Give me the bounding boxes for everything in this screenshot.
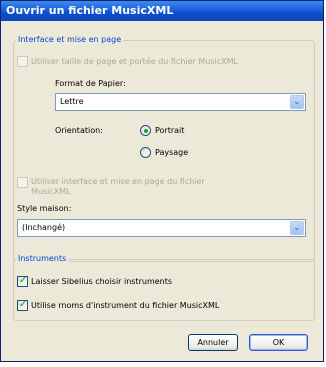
check-icon: ✓ xyxy=(19,275,28,286)
house-style-value: (Inchangé) xyxy=(22,223,66,232)
window-bottom-margin xyxy=(0,362,326,367)
use-names-checkbox[interactable]: ✓ xyxy=(17,299,28,311)
cancel-button[interactable]: Annuler xyxy=(188,334,238,351)
dialog-window: Ouvrir un fichier MusicXML Interface et … xyxy=(0,0,324,362)
ok-button[interactable]: OK xyxy=(249,334,308,351)
portrait-radio[interactable] xyxy=(140,125,151,136)
use-names-label: Utilise rnoms d'instrument du fichier Mu… xyxy=(31,301,220,310)
chevron-down-icon[interactable]: ⌄ xyxy=(290,221,304,235)
house-style-select[interactable]: (Inchangé) ⌄ xyxy=(17,219,306,237)
let-sibelius-label: Laisser Sibelius choisir instruments xyxy=(31,277,173,286)
instruments-group-legend: Instruments xyxy=(16,254,69,263)
radio-selected-dot xyxy=(143,128,148,133)
use-interface-checkbox[interactable] xyxy=(17,177,28,188)
paper-format-label: Format de Papier: xyxy=(55,79,126,88)
landscape-radio[interactable] xyxy=(140,147,151,158)
check-icon: ✓ xyxy=(19,299,28,310)
use-page-size-checkbox[interactable] xyxy=(17,56,28,67)
house-style-label: Style maison: xyxy=(17,204,72,213)
use-page-size-label: Utiliser taille de page et portée du fic… xyxy=(31,57,238,66)
orientation-label: Orientation: xyxy=(55,126,103,135)
paper-format-value: Lettre xyxy=(60,97,84,106)
portrait-label: Portrait xyxy=(155,126,185,135)
layout-group-legend: Interface et mise en page xyxy=(16,35,124,44)
landscape-label: Paysage xyxy=(155,148,189,157)
title-bar[interactable]: Ouvrir un fichier MusicXML xyxy=(1,1,323,21)
instruments-group xyxy=(13,259,315,321)
chevron-down-icon[interactable]: ⌄ xyxy=(290,95,304,109)
use-interface-label-line2: MusicXML xyxy=(31,187,71,196)
dialog-body: Interface et mise en page Utiliser taill… xyxy=(4,22,320,358)
window-title: Ouvrir un fichier MusicXML xyxy=(6,4,174,17)
paper-format-select[interactable]: Lettre ⌄ xyxy=(55,93,306,111)
let-sibelius-checkbox[interactable]: ✓ xyxy=(17,275,28,287)
use-interface-label-line1: Utiliser interface et mise en page du fi… xyxy=(31,177,205,186)
